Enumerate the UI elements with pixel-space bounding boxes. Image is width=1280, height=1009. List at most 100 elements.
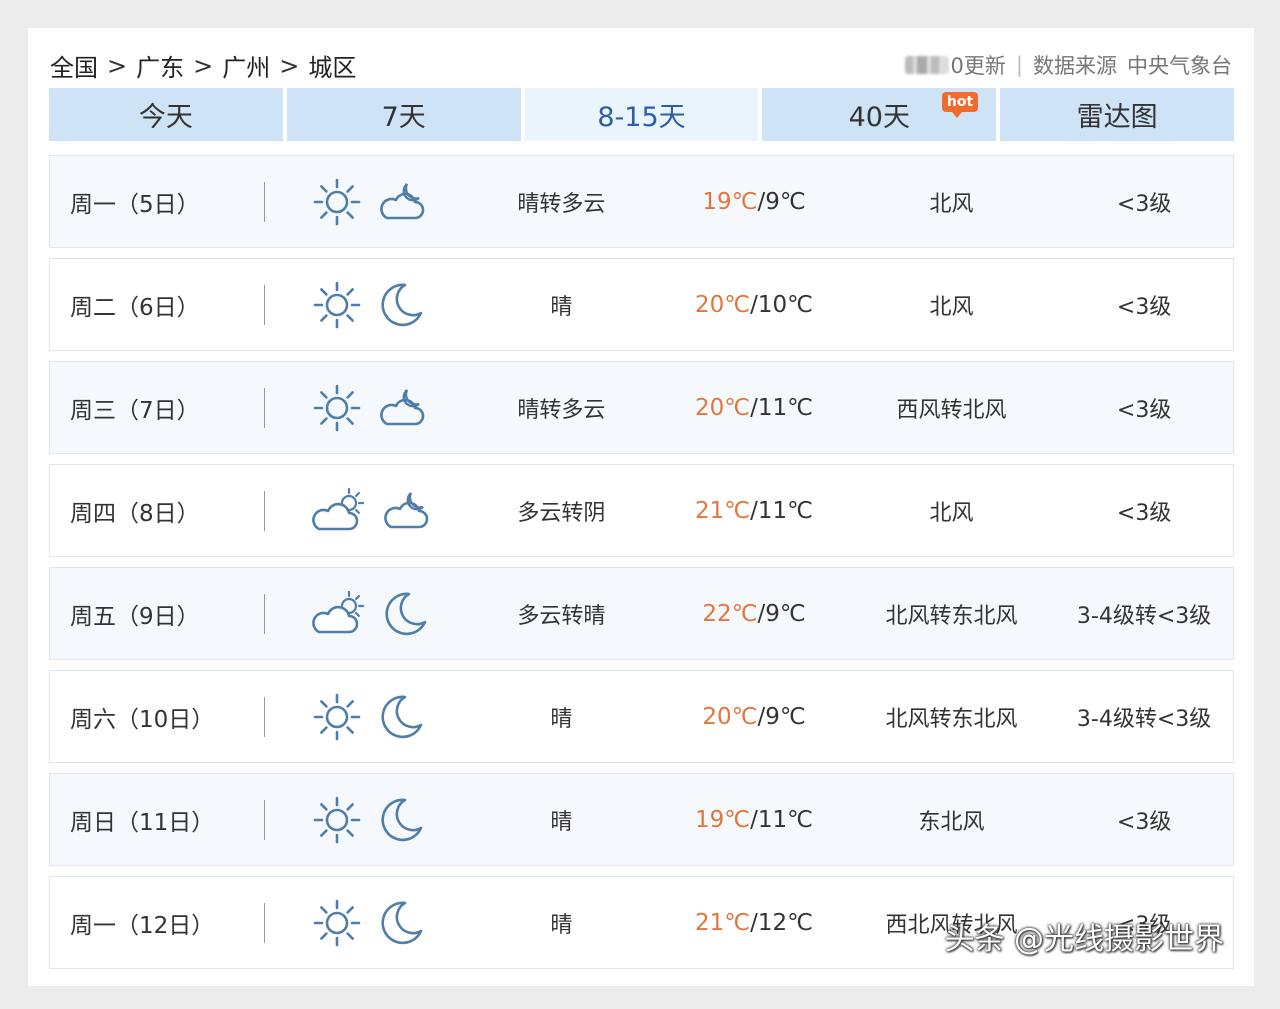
hot-badge: hot [941, 92, 979, 118]
temperature-range: 19℃/9℃ [660, 189, 848, 215]
top-bar: 全国 > 广东 > 广州 > 城区 0更新 | 数据来源 中央气象台 [50, 46, 1232, 83]
weather-icons [265, 588, 463, 640]
day-label: 周一（5日） [70, 191, 200, 218]
low-temp: /11℃ [750, 806, 813, 833]
tab-label: 7天 [381, 102, 426, 133]
weather-description: 多云转阴 [517, 500, 606, 526]
forecast-row: 周四（8日） 多云转阴 21℃/11℃ 北风 <3级 [49, 464, 1234, 557]
cloud-sun-icon [311, 588, 367, 640]
wind-direction: 东北风 [918, 809, 985, 835]
weather-description: 多云转晴 [517, 603, 606, 629]
day-label: 周日（11日） [70, 809, 215, 836]
breadcrumb-separator: > [279, 51, 300, 80]
wind-direction: 北风 [929, 294, 974, 320]
weather-description: 晴 [550, 706, 573, 732]
breadcrumb-item-country[interactable]: 全国 [50, 48, 98, 83]
temperature-range: 20℃/11℃ [660, 395, 848, 421]
forecast-row: 周六（10日） 晴 20℃/9℃ 北风转东北风 3-4级转<3级 [49, 670, 1234, 763]
sun-icon [311, 794, 363, 846]
weather-card: 全国 > 广东 > 广州 > 城区 0更新 | 数据来源 中央气象台 今天 7天… [28, 28, 1254, 986]
weather-description: 晴转多云 [517, 191, 606, 217]
sun-icon [311, 176, 363, 228]
high-temp: 20℃ [695, 394, 751, 421]
high-temp: 20℃ [702, 703, 758, 730]
weather-icons [265, 897, 463, 949]
source-name: 中央气象台 [1127, 54, 1232, 78]
breadcrumb-item-city[interactable]: 广州 [222, 48, 270, 83]
temperature-range: 20℃/9℃ [660, 704, 848, 730]
weather-icons [265, 176, 463, 228]
moon-icon [375, 897, 427, 949]
forecast-row: 周日（11日） 晴 19℃/11℃ 东北风 <3级 [49, 773, 1234, 866]
weather-icons [265, 794, 463, 846]
cloud-moon-icon [375, 176, 427, 228]
temperature-range: 20℃/10℃ [660, 292, 848, 318]
tab-7-days[interactable]: 7天 [286, 88, 521, 141]
source-label: 数据来源 [1033, 54, 1117, 78]
high-temp: 19℃ [695, 806, 751, 833]
tab-today[interactable]: 今天 [49, 88, 283, 141]
wind-direction: 北风 [929, 191, 974, 217]
temperature-range: 19℃/11℃ [660, 807, 848, 833]
weather-icons [265, 382, 463, 434]
moon-icon [375, 691, 427, 743]
temperature-range: 21℃/11℃ [660, 498, 848, 524]
day-label: 周三（7日） [70, 397, 200, 424]
wind-level: <3级 [1116, 294, 1172, 320]
high-temp: 22℃ [702, 600, 758, 627]
wind-level: 3-4级转<3级 [1076, 706, 1212, 732]
wind-level: <3级 [1116, 809, 1172, 835]
breadcrumb-separator: > [193, 51, 214, 80]
low-temp: /11℃ [750, 497, 813, 524]
high-temp: 19℃ [702, 188, 758, 215]
low-temp: /9℃ [757, 188, 806, 215]
high-temp: 21℃ [695, 497, 751, 524]
tab-radar[interactable]: 雷达图 [1000, 88, 1234, 141]
high-temp: 21℃ [695, 909, 751, 936]
day-label: 周六（10日） [70, 706, 215, 733]
source-divider: | [1015, 53, 1023, 77]
tab-label: 雷达图 [1076, 102, 1158, 133]
blurred-update-time [904, 56, 949, 74]
tab-40-days[interactable]: 40天 hot [762, 88, 997, 141]
wind-level: 3-4级转<3级 [1076, 603, 1212, 629]
data-source-info: 0更新 | 数据来源 中央气象台 [904, 50, 1232, 80]
cloud-moon-icon [375, 382, 427, 434]
low-temp: /11℃ [750, 394, 813, 421]
sun-icon [311, 691, 363, 743]
low-temp: /9℃ [757, 703, 806, 730]
forecast-list: 周一（5日） 晴转多云 19℃/9℃ 北风 <3级 周二（6日） 晴 20℃/1… [49, 155, 1234, 979]
forecast-row: 周五（9日） 多云转晴 22℃/9℃ 北风转东北风 3-4级转<3级 [49, 567, 1234, 660]
breadcrumb: 全国 > 广东 > 广州 > 城区 [50, 48, 356, 83]
weather-icons [265, 485, 463, 537]
wind-direction: 北风 [929, 500, 974, 526]
day-label: 周二（6日） [70, 294, 200, 321]
moon-icon [375, 279, 427, 331]
day-label: 周一（12日） [70, 912, 215, 939]
sun-icon [311, 382, 363, 434]
tab-8-15-days[interactable]: 8-15天 [524, 88, 759, 141]
low-temp: /10℃ [750, 291, 813, 318]
moon-icon [375, 794, 427, 846]
weather-icons [265, 279, 463, 331]
day-label: 周四（8日） [70, 500, 200, 527]
watermark: 头条 @光线摄影世界 [944, 922, 1224, 957]
weather-description: 晴转多云 [517, 397, 606, 423]
wind-level: <3级 [1116, 191, 1172, 217]
weather-description: 晴 [550, 912, 573, 938]
low-temp: /9℃ [757, 600, 806, 627]
cloud-sun-icon [311, 485, 367, 537]
wind-level: <3级 [1116, 397, 1172, 423]
low-temp: /12℃ [750, 909, 813, 936]
breadcrumb-item-district: 城区 [308, 54, 357, 82]
forecast-tabs: 今天 7天 8-15天 40天 hot 雷达图 [49, 88, 1234, 141]
wind-direction: 北风转东北风 [885, 706, 1018, 732]
wind-direction: 北风转东北风 [885, 603, 1018, 629]
tab-label: 40天 [848, 102, 910, 133]
update-text: 0更新 [950, 54, 1006, 78]
moon-icon [379, 588, 431, 640]
forecast-row: 周一（5日） 晴转多云 19℃/9℃ 北风 <3级 [49, 155, 1234, 248]
breadcrumb-item-province[interactable]: 广东 [136, 48, 184, 83]
temperature-range: 21℃/12℃ [660, 910, 848, 936]
cloud-moon-icon [379, 485, 431, 537]
